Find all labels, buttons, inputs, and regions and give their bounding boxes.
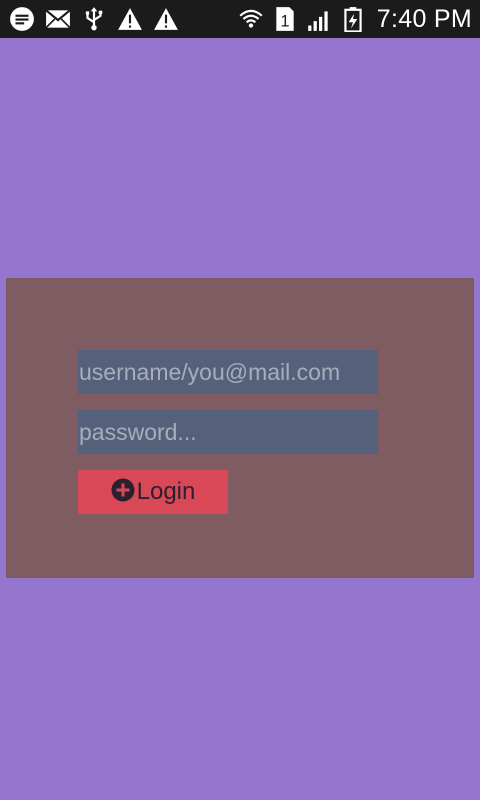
plus-circle-icon — [111, 478, 135, 502]
login-button-label: Login — [136, 478, 196, 505]
message-icon — [8, 5, 36, 33]
username-input[interactable]: username/you@mail.com — [78, 350, 378, 394]
mail-icon — [44, 5, 72, 33]
sim-icon: 1 — [271, 5, 299, 33]
signal-icon — [305, 5, 333, 33]
system-icons: 1 7:40 PM — [237, 5, 472, 33]
battery-charging-icon — [339, 5, 367, 33]
password-input[interactable]: password... — [78, 410, 378, 454]
password-placeholder: password... — [79, 418, 197, 445]
clock: 7:40 PM — [376, 4, 472, 33]
sim-slot-label: 1 — [280, 13, 289, 31]
warning-icon — [116, 5, 144, 33]
login-button[interactable]: Login — [78, 470, 228, 514]
status-bar: 1 7:40 PM — [0, 0, 480, 38]
notification-icons — [8, 5, 180, 33]
usb-icon — [80, 5, 108, 33]
warning-icon — [152, 5, 180, 33]
username-placeholder: username/you@mail.com — [79, 358, 341, 385]
wifi-icon — [237, 5, 265, 33]
login-panel: username/you@mail.com password... Login — [6, 278, 474, 578]
